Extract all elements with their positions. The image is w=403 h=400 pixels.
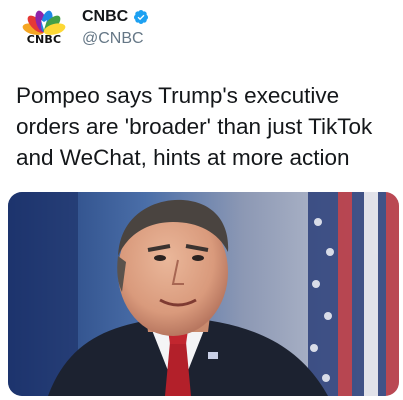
display-name-row: CNBC [82,7,149,27]
account-names: CNBC @CNBC [82,7,149,48]
tweet-text: Pompeo says Trump's executive orders are… [16,83,373,170]
account-avatar[interactable]: CNBC [20,6,68,50]
tweet-card[interactable]: CNBC CNBC @CNBC Pompeo says Trump's exec… [0,0,403,400]
verified-badge-icon [134,10,149,24]
account-handle[interactable]: @CNBC [82,30,149,48]
tweet-photo[interactable] [8,192,399,396]
nbc-peacock-icon [22,10,66,35]
display-name[interactable]: CNBC [82,8,128,26]
tweet-header: CNBC CNBC @CNBC [20,6,149,50]
logo-wordmark: CNBC [26,33,62,46]
